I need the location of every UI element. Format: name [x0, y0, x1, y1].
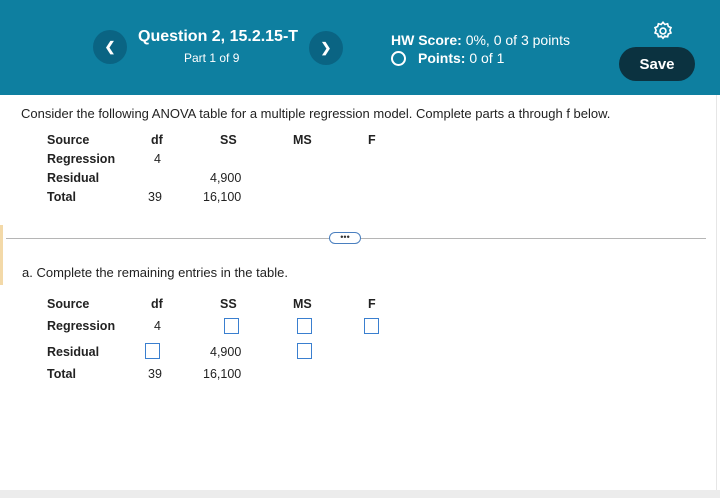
- a-col-header-f: F: [368, 297, 376, 311]
- status-circle-icon: [391, 50, 406, 66]
- expand-more-button[interactable]: •••: [329, 232, 361, 244]
- right-edge-rule: [716, 95, 717, 490]
- gear-icon[interactable]: [652, 20, 674, 42]
- part-indicator: Part 1 of 9: [184, 51, 240, 65]
- hw-score-label: HW Score:: [391, 32, 462, 48]
- question-intro: Consider the following ANOVA table for a…: [21, 106, 611, 121]
- a-col-header-df: df: [151, 297, 163, 311]
- regression-f-input[interactable]: [364, 318, 379, 334]
- a-col-header-source: Source: [47, 297, 90, 311]
- regression-ms-input[interactable]: [297, 318, 312, 334]
- part-a-prompt: a. Complete the remaining entries in the…: [22, 265, 288, 280]
- top-header: ❮ Question 2, 15.2.15-T Part 1 of 9 ❯ HW…: [0, 0, 720, 95]
- total-ss: 16,100: [203, 190, 242, 204]
- regression-ss-input[interactable]: [224, 318, 239, 334]
- points-value: 0 of 1: [469, 50, 505, 66]
- col-header-ss: SS: [220, 133, 237, 147]
- question-title: Question 2, 15.2.15-T: [138, 28, 299, 45]
- save-button[interactable]: Save: [619, 47, 695, 81]
- a-total-df: 39: [148, 367, 162, 381]
- row-label-residual: Residual: [47, 171, 100, 185]
- regression-df: 4: [154, 152, 161, 166]
- previous-question-button[interactable]: ❮: [93, 30, 127, 64]
- total-df: 39: [148, 190, 162, 204]
- col-header-df: df: [151, 133, 163, 147]
- hw-score-value: 0%, 0 of 3 points: [465, 32, 570, 48]
- a-row-label-total: Total: [47, 367, 76, 381]
- a-col-header-ss: SS: [220, 297, 237, 311]
- a-row-label-regression: Regression: [47, 319, 116, 333]
- residual-df-input[interactable]: [145, 343, 160, 359]
- a-col-header-ms: MS: [293, 297, 312, 311]
- row-label-total: Total: [47, 190, 76, 204]
- bottom-bar: [0, 490, 720, 498]
- chevron-left-icon: ❮: [104, 39, 116, 54]
- points-label: Points:: [418, 50, 466, 66]
- a-row-label-residual: Residual: [47, 345, 100, 359]
- hw-score: HW Score: 0%, 0 of 3 points: [391, 32, 570, 48]
- chevron-right-icon: ❯: [320, 40, 332, 55]
- residual-ms-input[interactable]: [297, 343, 312, 359]
- residual-ss: 4,900: [210, 171, 242, 185]
- points-status: Points: 0 of 1: [391, 50, 504, 66]
- a-residual-ss: 4,900: [210, 345, 242, 359]
- a-total-ss: 16,100: [203, 367, 242, 381]
- col-header-f: F: [368, 133, 376, 147]
- row-label-regression: Regression: [47, 152, 116, 166]
- col-header-source: Source: [47, 133, 90, 147]
- col-header-ms: MS: [293, 133, 312, 147]
- left-accent-bar: [0, 225, 3, 285]
- next-question-button[interactable]: ❯: [309, 31, 343, 65]
- a-regression-df: 4: [154, 319, 161, 333]
